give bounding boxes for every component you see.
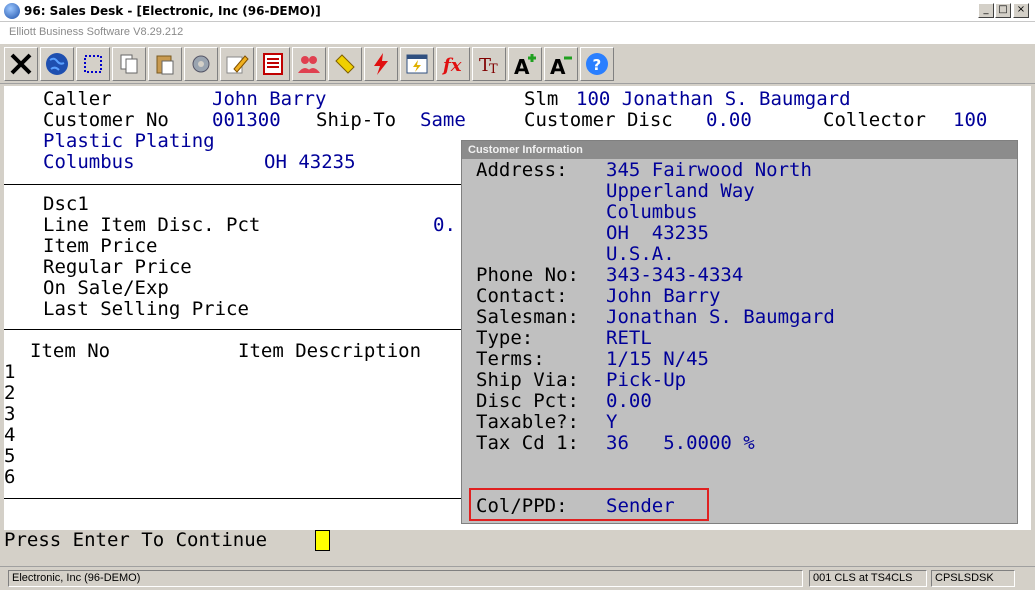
line-item-disc-field[interactable]: 0.	[433, 215, 456, 236]
status-session: 001 CLS at TS4CLS	[809, 570, 927, 587]
type-value: RETL	[606, 327, 652, 349]
tax-code-label: Tax Cd 1:	[476, 432, 579, 454]
status-company: Electronic, Inc (96-DEMO)	[8, 570, 803, 587]
contact-value: John Barry	[606, 285, 721, 307]
state-zip: OH 43235	[264, 151, 356, 173]
divider	[4, 498, 464, 499]
address-label: Address:	[476, 159, 568, 181]
ship-via-label: Ship Via:	[476, 369, 579, 391]
item-row-number[interactable]: 6	[4, 467, 15, 488]
disc-pct-label: Disc Pct:	[476, 390, 579, 412]
input-cursor[interactable]	[315, 530, 330, 551]
svg-text:T: T	[489, 62, 498, 77]
item-price-label: Item Price	[43, 235, 158, 257]
phone-label: Phone No:	[476, 264, 579, 286]
divider	[4, 329, 464, 330]
svg-text:A: A	[550, 55, 566, 77]
salesman-label: Salesman:	[476, 306, 579, 328]
svg-text:A: A	[514, 55, 530, 77]
address-line: U.S.A.	[606, 243, 675, 265]
dsc1-label: Dsc1	[43, 193, 89, 215]
close-window-button[interactable]: ×	[1013, 3, 1029, 18]
continue-prompt: Press Enter To Continue	[4, 529, 268, 551]
terms-label: Terms:	[476, 348, 545, 370]
calendar-icon[interactable]	[400, 47, 434, 81]
toolbar: fx TT A A ?	[0, 44, 1035, 84]
customer-disc-field[interactable]: 0.00	[706, 110, 752, 131]
phone-value: 343-343-4334	[606, 264, 744, 286]
fx-icon[interactable]: fx	[436, 47, 470, 81]
paste-icon[interactable]	[148, 47, 182, 81]
globe-icon[interactable]	[40, 47, 74, 81]
ship-to-field[interactable]: Same	[420, 110, 466, 131]
contact-label: Contact:	[476, 285, 568, 307]
customer-disc-label: Customer Disc	[524, 109, 673, 131]
collector-label: Collector	[823, 109, 926, 131]
item-row-number[interactable]: 5	[4, 446, 15, 467]
popup-title-bar: Customer Information	[462, 141, 1017, 159]
font-smaller-icon[interactable]: A	[544, 47, 578, 81]
item-row-number[interactable]: 4	[4, 425, 15, 446]
slm-field[interactable]: 100 Jonathan S. Baumgard	[576, 89, 851, 110]
collector-field[interactable]: 100	[953, 110, 987, 131]
tax-code-value: 36 5.0000 %	[606, 432, 755, 454]
last-selling-price-label: Last Selling Price	[43, 298, 249, 320]
help-icon[interactable]: ?	[580, 47, 614, 81]
close-icon[interactable]	[4, 47, 38, 81]
customer-no-field[interactable]: 001300	[212, 110, 281, 131]
city: Columbus	[43, 151, 135, 173]
disc-pct-value: 0.00	[606, 390, 652, 412]
lightning-icon[interactable]	[364, 47, 398, 81]
svg-text:?: ?	[593, 56, 602, 74]
salesman-value: Jonathan S. Baumgard	[606, 306, 835, 328]
divider	[4, 184, 464, 185]
customer-no-label: Customer No	[43, 109, 169, 131]
address-line: 345 Fairwood North	[606, 159, 812, 181]
terms-value: 1/15 N/45	[606, 348, 709, 370]
users-icon[interactable]	[292, 47, 326, 81]
line-item-disc-label: Line Item Disc. Pct	[43, 214, 261, 236]
status-bar: Electronic, Inc (96-DEMO) 001 CLS at TS4…	[0, 566, 1035, 590]
version-bar: Elliott Business Software V8.29.212	[0, 22, 1035, 44]
column-header-item-no: Item No	[30, 340, 111, 362]
font-bigger-icon[interactable]: A	[508, 47, 542, 81]
settings-icon[interactable]	[184, 47, 218, 81]
address-line: Columbus	[606, 201, 698, 223]
ship-to-label: Ship-To	[316, 109, 397, 131]
minimize-button[interactable]: _	[978, 3, 994, 18]
form-icon[interactable]	[256, 47, 290, 81]
caller-label: Caller	[43, 88, 112, 110]
company-name: Plastic Plating	[43, 130, 215, 152]
item-row-number[interactable]: 3	[4, 404, 15, 425]
window-title: 96: Sales Desk - [Electronic, Inc (96-DE…	[24, 4, 321, 18]
svg-text:fx: fx	[441, 55, 462, 76]
select-icon[interactable]	[76, 47, 110, 81]
item-row-number[interactable]: 1	[4, 362, 15, 383]
font-size-icon[interactable]: TT	[472, 47, 506, 81]
copy-icon[interactable]	[112, 47, 146, 81]
edit-icon[interactable]	[220, 47, 254, 81]
on-sale-label: On Sale/Exp	[43, 277, 169, 299]
popup-title: Customer Information	[468, 144, 583, 156]
version-text: Elliott Business Software V8.29.212	[9, 26, 184, 38]
regular-price-label: Regular Price	[43, 256, 192, 278]
address-line: OH 43235	[606, 222, 709, 244]
column-header-item-description: Item Description	[238, 340, 422, 362]
tag-icon[interactable]	[328, 47, 362, 81]
customer-information-popup: Customer Information Address: 345 Fairwo…	[461, 140, 1018, 524]
item-row-number[interactable]: 2	[4, 383, 15, 404]
address-line: Upperland Way	[606, 180, 755, 202]
status-program: CPSLSDSK	[931, 570, 1015, 587]
title-bar: 96: Sales Desk - [Electronic, Inc (96-DE…	[0, 0, 1035, 22]
type-label: Type:	[476, 327, 534, 349]
ship-via-value: Pick-Up	[606, 369, 687, 391]
highlight-box	[469, 488, 709, 521]
taxable-label: Taxable?:	[476, 411, 579, 433]
taxable-value: Y	[606, 411, 618, 433]
maximize-button[interactable]: □	[995, 3, 1011, 18]
slm-label: Slm	[524, 88, 559, 110]
caller-field[interactable]: John Barry	[212, 89, 326, 110]
app-icon[interactable]	[4, 3, 20, 19]
